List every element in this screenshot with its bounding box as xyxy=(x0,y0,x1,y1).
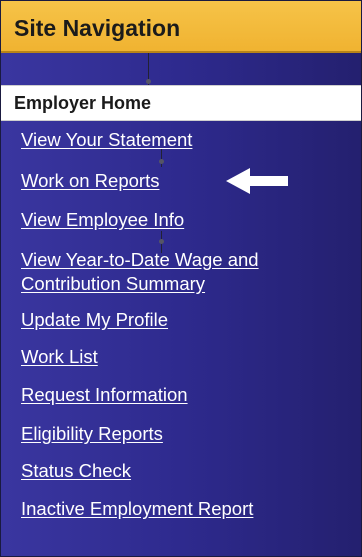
connector-dot xyxy=(159,239,164,244)
nav-link-inactive-employment-report[interactable]: Inactive Employment Report xyxy=(21,497,253,521)
nav-link-request-information[interactable]: Request Information xyxy=(21,383,188,407)
nav-header-title: Site Navigation xyxy=(14,15,181,41)
current-page-label: Employer Home xyxy=(14,93,152,113)
current-page-item[interactable]: Employer Home xyxy=(1,85,361,121)
nav-link-view-your-statement[interactable]: View Your Statement xyxy=(21,128,192,152)
arrow-left-icon xyxy=(226,168,288,194)
nav-link-update-my-profile[interactable]: Update My Profile xyxy=(21,308,168,332)
nav-link-view-employee-info[interactable]: View Employee Info xyxy=(21,208,184,232)
connector-dot xyxy=(159,159,164,164)
nav-header: Site Navigation xyxy=(1,1,361,53)
nav-link-ytd-wage-contribution-summary[interactable]: View Year-to-Date Wage and Contribution … xyxy=(21,248,341,296)
site-navigation-panel: Site Navigation Employer Home View Your … xyxy=(0,0,362,557)
nav-link-work-list[interactable]: Work List xyxy=(21,345,98,369)
connector-dot xyxy=(146,79,151,84)
nav-link-status-check[interactable]: Status Check xyxy=(21,459,131,483)
nav-link-work-on-reports[interactable]: Work on Reports xyxy=(21,169,159,193)
nav-link-eligibility-reports[interactable]: Eligibility Reports xyxy=(21,422,163,446)
